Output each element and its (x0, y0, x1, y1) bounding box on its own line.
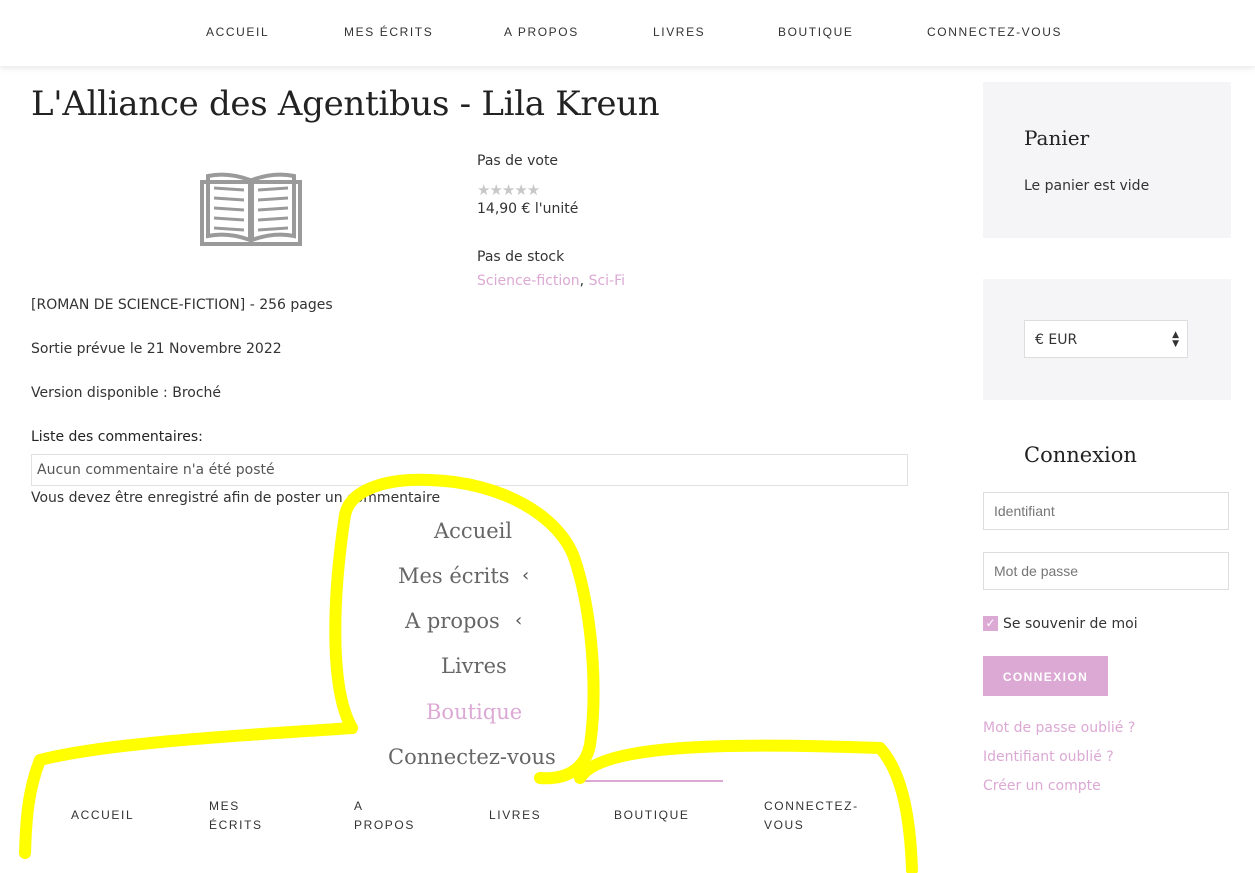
cart-empty-text: Le panier est vide (1024, 178, 1150, 194)
menu-item-boutique[interactable]: Boutique (426, 700, 522, 724)
chevron-left-icon[interactable]: ‹ (522, 565, 529, 586)
remember-me-checkbox[interactable]: ✓ (983, 616, 998, 631)
nav-livres[interactable]: LIVRES (653, 25, 705, 39)
product-title: L'Alliance des Agentibus - Lila Kreun (31, 84, 660, 124)
bottom-nav-connectez-vous[interactable]: CONNECTEZ- VOUS (764, 797, 859, 835)
bottom-nav-connectez-line1: CONNECTEZ- (764, 799, 859, 813)
product-description-format: [ROMAN DE SCIENCE-FICTION] - 256 pages (31, 297, 333, 313)
bottom-nav-connectez-line2: VOUS (764, 818, 805, 832)
stock-status: Pas de stock (477, 249, 565, 265)
nav-mes-ecrits[interactable]: MES ÉCRITS (344, 25, 433, 39)
comments-label: Liste des commentaires: (31, 429, 203, 445)
bottom-nav-mes-ecrits-line2: ÉCRITS (209, 818, 263, 832)
comments-list: Aucun commentaire n'a été posté (31, 454, 908, 486)
nav-accueil[interactable]: ACCUEIL (206, 25, 269, 39)
forgot-password-link[interactable]: Mot de passe oublié ? (983, 720, 1135, 736)
menu-item-connectez-vous[interactable]: Connectez-vous (388, 745, 556, 769)
bottom-nav-a-propos[interactable]: A PROPOS (354, 797, 415, 835)
bottom-nav-a-propos-line2: PROPOS (354, 818, 415, 832)
login-button[interactable]: CONNEXION (983, 656, 1108, 696)
category-separator: , (579, 273, 585, 289)
create-account-link[interactable]: Créer un compte (983, 778, 1101, 794)
product-version: Version disponible : Broché (31, 385, 222, 401)
nav-connectez-vous[interactable]: CONNECTEZ-VOUS (927, 25, 1062, 39)
nav-boutique[interactable]: BOUTIQUE (778, 25, 853, 39)
product-release-date: Sortie prévue le 21 Novembre 2022 (31, 341, 282, 357)
category-link-sci-fi[interactable]: Sci-Fi (589, 273, 625, 289)
nav-a-propos[interactable]: A PROPOS (504, 25, 579, 39)
bottom-nav-mes-ecrits[interactable]: MES ÉCRITS (209, 797, 263, 835)
select-arrows-icon: ▲ ▼ (1172, 330, 1179, 349)
rating-label: Pas de vote (477, 153, 559, 169)
bottom-nav-mes-ecrits-line1: MES (209, 799, 240, 813)
forgot-username-link[interactable]: Identifiant oublié ? (983, 749, 1114, 765)
top-navigation: ACCUEIL MES ÉCRITS A PROPOS LIVRES BOUTI… (0, 0, 1255, 66)
menu-item-livres[interactable]: Livres (441, 654, 507, 678)
bottom-nav-accueil[interactable]: ACCUEIL (71, 806, 134, 825)
remember-me-label: Se souvenir de moi (1003, 616, 1138, 632)
chevron-left-icon[interactable]: ‹ (515, 610, 522, 631)
menu-item-a-propos[interactable]: A propos (405, 609, 500, 633)
username-input[interactable] (983, 492, 1229, 530)
menu-item-accueil[interactable]: Accueil (434, 519, 512, 543)
rating-stars[interactable]: ★★★★★ (477, 181, 540, 199)
bottom-nav-boutique[interactable]: BOUTIQUE (614, 806, 689, 825)
bottom-nav-a-propos-line1: A (354, 799, 364, 813)
product-price: 14,90 € l'unité (477, 201, 579, 217)
menu-item-mes-ecrits[interactable]: Mes écrits (398, 564, 510, 588)
active-nav-underline (575, 780, 723, 782)
login-title: Connexion (1024, 443, 1137, 467)
product-categories: Science-fiction, Sci-Fi (477, 273, 625, 289)
bottom-nav-livres[interactable]: LIVRES (489, 806, 541, 825)
cart-title: Panier (1024, 126, 1090, 150)
open-book-icon (200, 170, 302, 252)
currency-selected-value: € EUR (1035, 332, 1078, 348)
currency-select[interactable]: € EUR ▲ ▼ (1024, 320, 1188, 358)
category-link-science-fiction[interactable]: Science-fiction (477, 273, 580, 289)
password-input[interactable] (983, 552, 1229, 590)
cart-widget (983, 82, 1231, 238)
comment-login-notice: Vous devez être enregistré afin de poste… (31, 490, 441, 506)
